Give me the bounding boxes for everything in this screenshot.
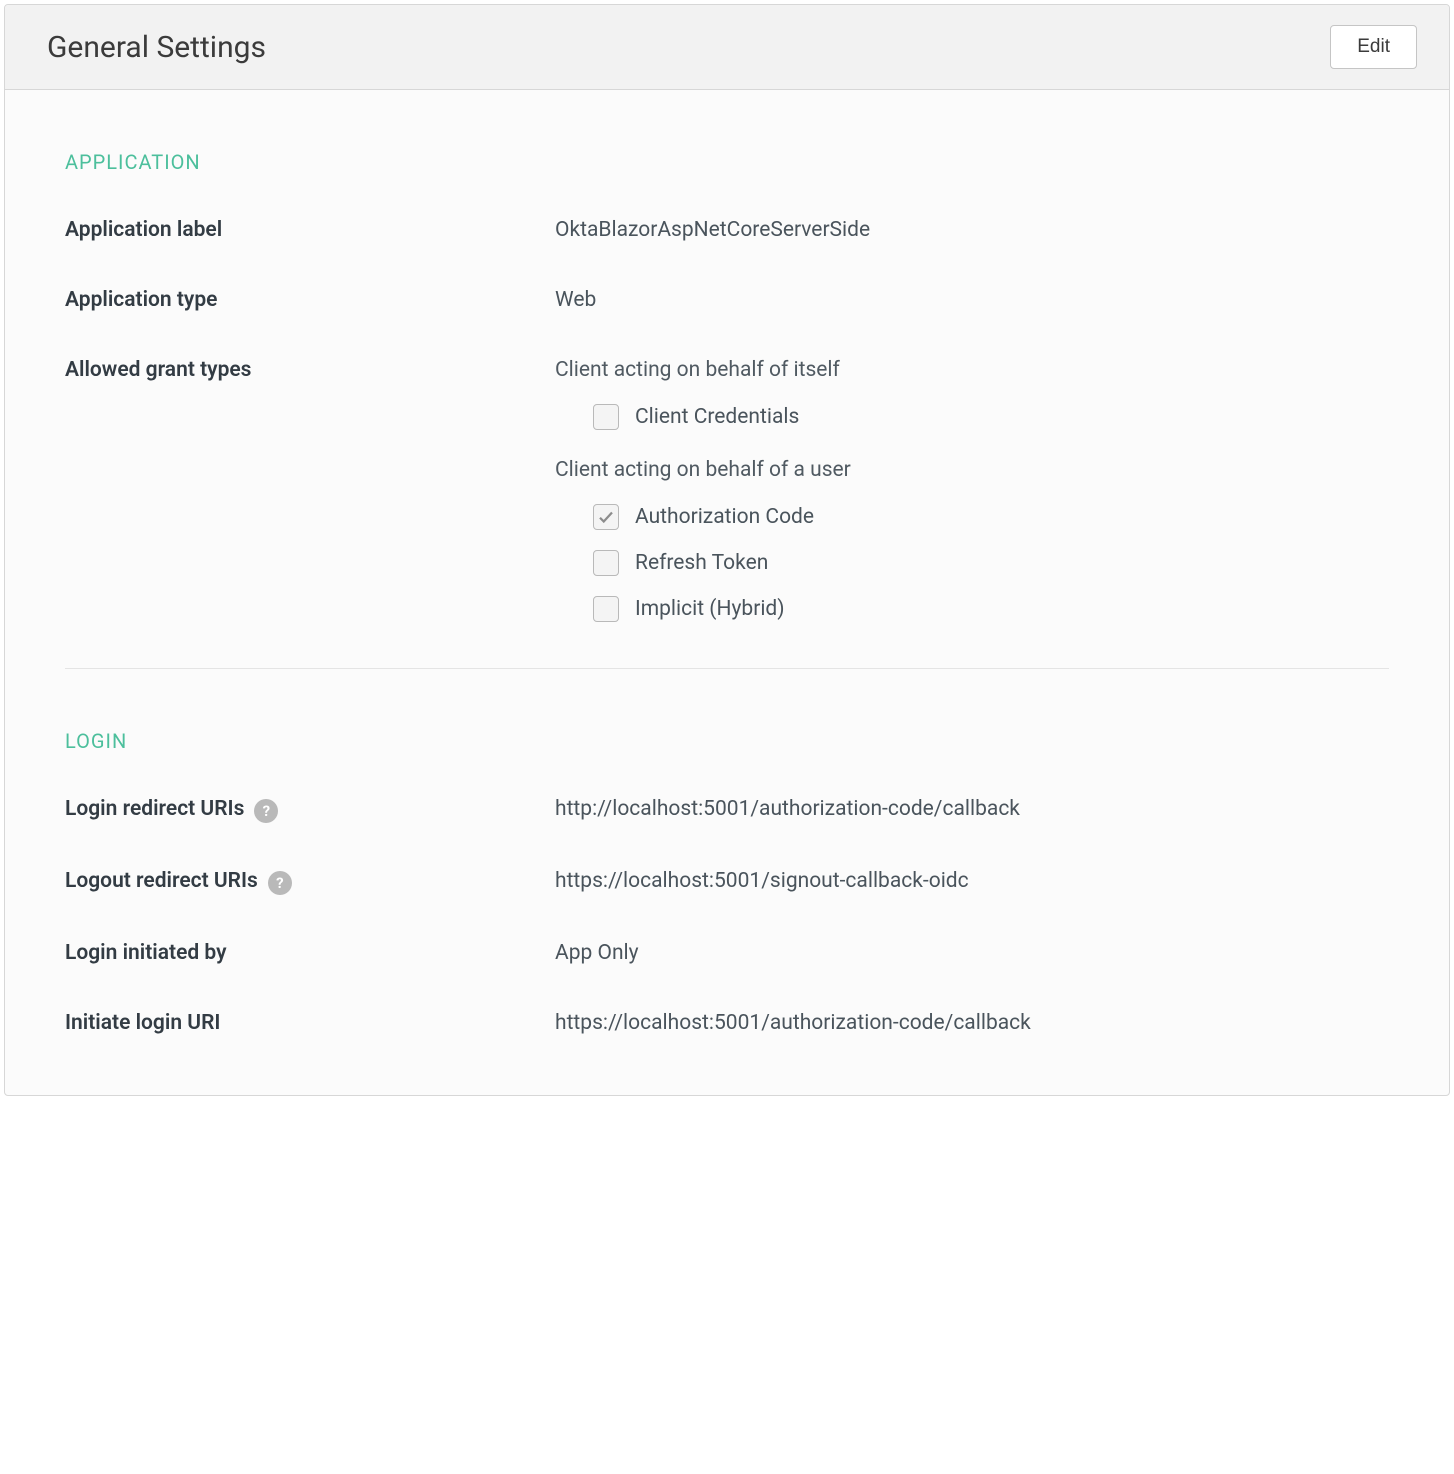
help-icon[interactable]: ?	[268, 871, 292, 895]
label-logout-redirect-uris-text: Logout redirect URIs	[65, 869, 258, 893]
value-login-initiated-by: App Only	[555, 941, 1389, 965]
checkbox-label-authorization-code: Authorization Code	[635, 505, 814, 529]
edit-button[interactable]: Edit	[1330, 25, 1417, 69]
checkbox-client-credentials[interactable]	[593, 404, 619, 430]
label-logout-redirect-uris: Logout redirect URIs ?	[65, 869, 555, 895]
row-allowed-grant-types: Allowed grant types Client acting on beh…	[65, 358, 1389, 622]
label-application-type: Application type	[65, 288, 555, 312]
value-application-label: OktaBlazorAspNetCoreServerSide	[555, 218, 1389, 242]
panel-title: General Settings	[47, 30, 266, 65]
value-application-type: Web	[555, 288, 1389, 312]
grant-group-user-heading: Client acting on behalf of a user	[555, 458, 1389, 482]
row-application-type: Application type Web	[65, 288, 1389, 312]
value-allowed-grant-types: Client acting on behalf of itself Client…	[555, 358, 1389, 622]
row-initiate-login-uri: Initiate login URI https://localhost:500…	[65, 1011, 1389, 1035]
label-initiate-login-uri: Initiate login URI	[65, 1011, 555, 1035]
grant-group-user: Client acting on behalf of a user Author…	[555, 458, 1389, 622]
value-login-redirect-uris: http://localhost:5001/authorization-code…	[555, 797, 1389, 823]
section-heading-application: APPLICATION	[65, 150, 1389, 174]
help-icon[interactable]: ?	[254, 799, 278, 823]
row-logout-redirect-uris: Logout redirect URIs ? https://localhost…	[65, 869, 1389, 895]
general-settings-panel: General Settings Edit APPLICATION Applic…	[4, 4, 1450, 1096]
section-heading-login: LOGIN	[65, 729, 1389, 753]
value-logout-redirect-uris: https://localhost:5001/signout-callback-…	[555, 869, 1389, 895]
label-login-redirect-uris-text: Login redirect URIs	[65, 797, 244, 821]
row-login-initiated-by: Login initiated by App Only	[65, 941, 1389, 965]
grant-group-self-heading: Client acting on behalf of itself	[555, 358, 1389, 382]
checkbox-label-implicit: Implicit (Hybrid)	[635, 597, 785, 621]
checkbox-row-refresh-token: Refresh Token	[593, 550, 1389, 576]
checkbox-label-client-credentials: Client Credentials	[635, 405, 799, 429]
checkbox-label-refresh-token: Refresh Token	[635, 551, 768, 575]
checkbox-row-implicit: Implicit (Hybrid)	[593, 596, 1389, 622]
checkbox-implicit[interactable]	[593, 596, 619, 622]
row-login-redirect-uris: Login redirect URIs ? http://localhost:5…	[65, 797, 1389, 823]
section-divider	[65, 668, 1389, 669]
grant-group-self: Client acting on behalf of itself Client…	[555, 358, 1389, 430]
label-login-initiated-by: Login initiated by	[65, 941, 555, 965]
checkbox-refresh-token[interactable]	[593, 550, 619, 576]
label-login-redirect-uris: Login redirect URIs ?	[65, 797, 555, 823]
value-initiate-login-uri: https://localhost:5001/authorization-cod…	[555, 1011, 1389, 1035]
label-allowed-grant-types: Allowed grant types	[65, 358, 555, 622]
checkbox-authorization-code[interactable]	[593, 504, 619, 530]
panel-header: General Settings Edit	[5, 5, 1449, 90]
checkbox-row-client-credentials: Client Credentials	[593, 404, 1389, 430]
panel-body: APPLICATION Application label OktaBlazor…	[5, 90, 1449, 1095]
check-icon	[597, 508, 615, 526]
row-application-label: Application label OktaBlazorAspNetCoreSe…	[65, 218, 1389, 242]
label-application-label: Application label	[65, 218, 555, 242]
checkbox-row-authorization-code: Authorization Code	[593, 504, 1389, 530]
